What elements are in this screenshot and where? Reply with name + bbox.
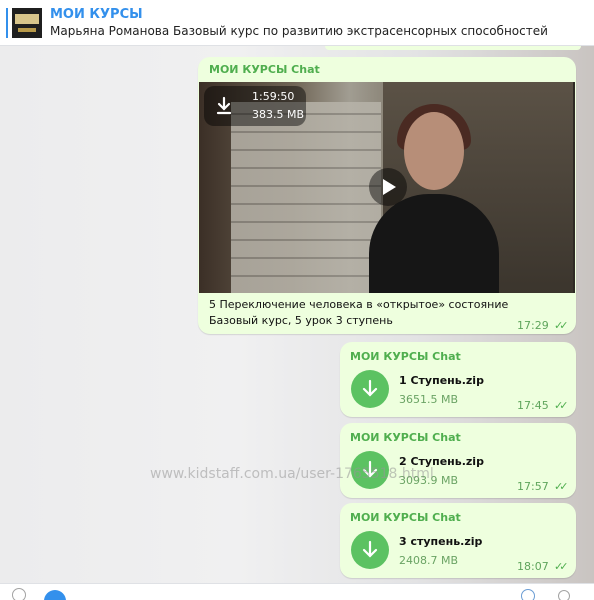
caption-line-2: Базовый курс, 5 урок 3 ступень xyxy=(209,314,393,327)
message-time: 17:57 xyxy=(517,480,549,493)
video-duration: 1:59:50 xyxy=(252,90,295,103)
double-check-icon: ✓✓ xyxy=(554,560,569,573)
message-sender[interactable]: МОИ КУРСЫ Chat xyxy=(350,431,461,444)
caption-line-1: 5 Переключение человека в «открытое» сос… xyxy=(209,298,509,311)
emoji-icon[interactable] xyxy=(521,589,535,600)
message-sender[interactable]: МОИ КУРСЫ Chat xyxy=(209,63,320,76)
video-download-chip[interactable]: 1:59:50 383.5 MB xyxy=(204,86,306,126)
message-sender[interactable]: МОИ КУРСЫ Chat xyxy=(350,350,461,363)
thumbnail-bar xyxy=(18,28,36,32)
video-size: 383.5 MB xyxy=(252,108,305,121)
file-size: 2408.7 MB xyxy=(399,554,459,567)
download-button[interactable] xyxy=(351,370,389,408)
play-button[interactable] xyxy=(369,168,407,206)
composer-bar xyxy=(0,583,594,600)
play-icon xyxy=(383,179,396,195)
video-frame-person-body xyxy=(369,194,499,293)
file-message[interactable]: МОИ КУРСЫ Chat 3 ступень.zip 2408.7 MB 1… xyxy=(340,503,576,578)
watermark: www.kidstaff.com.ua/user-1765518.html xyxy=(150,466,434,482)
chat-title[interactable]: МОИ КУРСЫ xyxy=(50,7,143,22)
message-time: 18:07 xyxy=(517,560,549,573)
send-as-avatar[interactable] xyxy=(44,590,66,600)
file-size: 3651.5 MB xyxy=(399,393,459,406)
download-arrow-icon xyxy=(362,379,378,397)
pinned-message-text[interactable]: Марьяна Романова Базовый курс по развити… xyxy=(50,24,548,38)
chat-thumbnail[interactable] xyxy=(12,8,42,38)
microphone-icon[interactable] xyxy=(558,590,570,600)
message-sender[interactable]: МОИ КУРСЫ Chat xyxy=(350,511,461,524)
message-time: 17:45 xyxy=(517,399,549,412)
chat-header: МОИ КУРСЫ Марьяна Романова Базовый курс … xyxy=(0,0,594,46)
double-check-icon: ✓✓ xyxy=(554,319,569,332)
video-frame-person-head xyxy=(404,112,464,190)
file-message[interactable]: МОИ КУРСЫ Chat 2 Ступень.zip 3093.9 MB 1… xyxy=(340,423,576,498)
download-arrow-icon[interactable] xyxy=(212,94,236,118)
pinned-indicator xyxy=(6,8,8,38)
video-caption: 5 Переключение человека в «открытое» сос… xyxy=(209,297,508,329)
video-message[interactable]: МОИ КУРСЫ Chat 1:59:50 383.5 MB 5 Перекл… xyxy=(198,57,576,334)
thumbnail-band xyxy=(15,14,39,24)
video-frame-wall xyxy=(231,102,381,293)
download-button[interactable] xyxy=(351,531,389,569)
double-check-icon: ✓✓ xyxy=(554,480,569,493)
video-preview[interactable]: 1:59:50 383.5 MB xyxy=(199,82,575,293)
attach-icon[interactable] xyxy=(12,588,26,600)
file-name[interactable]: 3 ступень.zip xyxy=(399,535,482,548)
double-check-icon: ✓✓ xyxy=(554,399,569,412)
download-arrow-icon xyxy=(362,540,378,558)
file-name[interactable]: 1 Ступень.zip xyxy=(399,374,484,387)
message-time: 17:29 xyxy=(517,319,549,332)
file-message[interactable]: МОИ КУРСЫ Chat 1 Ступень.zip 3651.5 MB 1… xyxy=(340,342,576,417)
previous-message-edge xyxy=(325,46,581,50)
